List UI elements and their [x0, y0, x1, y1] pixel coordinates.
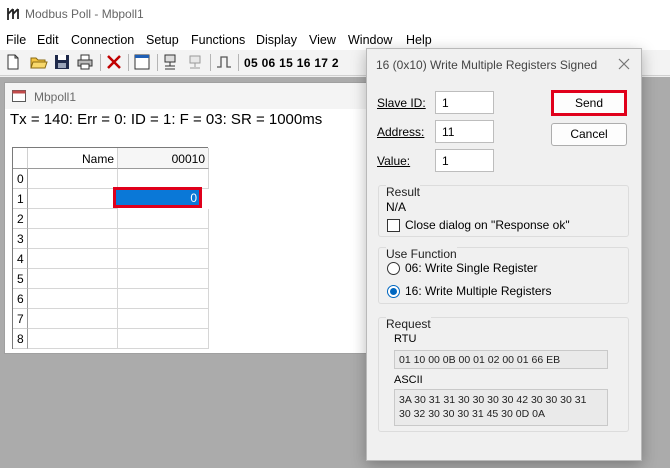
cancel-button[interactable]: Cancel — [551, 123, 627, 146]
menu-window[interactable]: Window — [348, 33, 392, 47]
use-function-group-title: Use Function — [386, 247, 457, 261]
function-06-label[interactable]: 06: Write Single Register — [405, 261, 538, 275]
title-bar: Modbus Poll - Mbpoll1 — [0, 0, 670, 30]
row-header[interactable]: 3 — [13, 229, 28, 249]
pulse-icon[interactable] — [215, 53, 233, 71]
register-grid: Name 00010 0 1 2 3 4 5 6 7 8 — [12, 147, 209, 349]
child-title-bar: Mbpoll1 — [5, 83, 408, 109]
address-field[interactable]: 11 — [435, 120, 494, 143]
open-folder-icon[interactable] — [30, 53, 48, 71]
function-code-buttons[interactable]: 05 06 15 16 17 2 — [244, 56, 339, 70]
request-group-title: Request — [386, 317, 431, 331]
window-icon[interactable] — [133, 53, 151, 71]
new-file-icon[interactable] — [4, 53, 22, 71]
name-cell[interactable] — [28, 309, 118, 329]
rtu-frame-value: 01 10 00 0B 00 01 02 00 01 66 EB — [399, 354, 561, 366]
save-icon[interactable] — [53, 53, 71, 71]
row-header[interactable]: 0 — [13, 169, 28, 189]
toolbar-separator — [128, 54, 129, 71]
row-header[interactable]: 5 — [13, 269, 28, 289]
send-button[interactable]: Send — [551, 90, 627, 116]
value-cell[interactable] — [118, 229, 209, 249]
row-header[interactable]: 8 — [13, 329, 28, 349]
address-label: Address: — [377, 125, 425, 139]
app-title: Modbus Poll - Mbpoll1 — [25, 7, 144, 21]
delete-x-icon[interactable] — [105, 53, 123, 71]
row-header[interactable]: 7 — [13, 309, 28, 329]
slave-id-field[interactable]: 1 — [435, 91, 494, 114]
close-icon[interactable] — [617, 57, 631, 71]
row-header[interactable]: 1 — [13, 189, 28, 209]
menu-file[interactable]: File — [6, 33, 26, 47]
document-window-icon — [12, 90, 26, 102]
name-cell[interactable] — [28, 249, 118, 269]
row-header[interactable]: 2 — [13, 209, 28, 229]
request-group: Request RTU 01 10 00 0B 00 01 02 00 01 6… — [378, 317, 629, 432]
toolbar-separator — [157, 54, 158, 71]
grid-corner — [13, 148, 28, 169]
value-cell[interactable] — [118, 209, 209, 229]
child-title: Mbpoll1 — [34, 90, 77, 104]
disconnect-icon[interactable] — [186, 53, 204, 71]
slave-id-label: Slave ID: — [377, 96, 426, 110]
rtu-frame-box: 01 10 00 0B 00 01 02 00 01 66 EB — [394, 350, 608, 369]
function-06-radio[interactable] — [387, 262, 400, 275]
menu-functions[interactable]: Functions — [191, 33, 245, 47]
menu-connection[interactable]: Connection — [71, 33, 134, 47]
toolbar-separator — [210, 54, 211, 71]
menu-display[interactable]: Display — [256, 33, 297, 47]
menu-bar: File Edit Connection Setup Functions Dis… — [0, 30, 670, 50]
close-dialog-checkbox-label[interactable]: Close dialog on "Response ok" — [405, 218, 570, 232]
row-header[interactable]: 6 — [13, 289, 28, 309]
value-field[interactable]: 1 — [435, 149, 494, 172]
ascii-frame-box: 3A 30 31 31 30 30 30 30 42 30 30 30 31 3… — [394, 389, 608, 426]
toolbar-separator — [238, 54, 239, 71]
modbus-poll-icon — [7, 8, 19, 20]
name-cell[interactable] — [28, 229, 118, 249]
dialog-title: 16 (0x10) Write Multiple Registers Signe… — [376, 58, 598, 72]
value-cell[interactable] — [118, 329, 209, 349]
name-cell[interactable] — [28, 169, 118, 189]
menu-help[interactable]: Help — [406, 33, 432, 47]
menu-edit[interactable]: Edit — [37, 33, 59, 47]
name-cell[interactable] — [28, 209, 118, 229]
write-registers-dialog: 16 (0x10) Write Multiple Registers Signe… — [366, 48, 642, 461]
poll-status-line: Tx = 140: Err = 0: ID = 1: F = 03: SR = … — [10, 111, 323, 128]
toolbar-separator — [100, 54, 101, 71]
rtu-label: RTU — [394, 333, 417, 345]
value-label: Value: — [377, 154, 411, 168]
result-group-title: Result — [386, 185, 421, 199]
name-cell[interactable] — [28, 269, 118, 289]
value-cell[interactable] — [118, 269, 209, 289]
menu-setup[interactable]: Setup — [146, 33, 179, 47]
menu-view[interactable]: View — [309, 33, 336, 47]
ascii-label: ASCII — [394, 374, 423, 386]
name-cell[interactable] — [28, 289, 118, 309]
print-icon[interactable] — [76, 53, 94, 71]
result-group: Result N/A Close dialog on "Response ok" — [378, 185, 629, 237]
value-cell[interactable] — [118, 289, 209, 309]
name-column-header[interactable]: Name — [28, 148, 118, 169]
name-cell[interactable] — [28, 189, 118, 209]
use-function-group: Use Function 06: Write Single Register 1… — [378, 247, 629, 304]
value-cell[interactable] — [118, 169, 209, 189]
close-dialog-checkbox[interactable] — [387, 219, 400, 232]
function-16-radio[interactable] — [387, 285, 400, 298]
result-status: N/A — [386, 200, 407, 214]
ascii-frame-line-1: 3A 30 31 31 30 30 30 30 42 30 30 30 31 — [399, 394, 587, 406]
connect-icon[interactable] — [162, 53, 180, 71]
address-column-header[interactable]: 00010 — [118, 148, 209, 169]
value-cell[interactable] — [118, 249, 209, 269]
selected-register-cell[interactable]: 0 — [113, 187, 202, 208]
function-16-label[interactable]: 16: Write Multiple Registers — [405, 284, 552, 298]
ascii-frame-line-2: 30 32 30 30 30 31 45 30 0D 0A — [399, 408, 545, 420]
value-cell[interactable] — [118, 309, 209, 329]
mbpoll1-window: Mbpoll1 Tx = 140: Err = 0: ID = 1: F = 0… — [4, 82, 409, 354]
name-cell[interactable] — [28, 329, 118, 349]
row-header[interactable]: 4 — [13, 249, 28, 269]
